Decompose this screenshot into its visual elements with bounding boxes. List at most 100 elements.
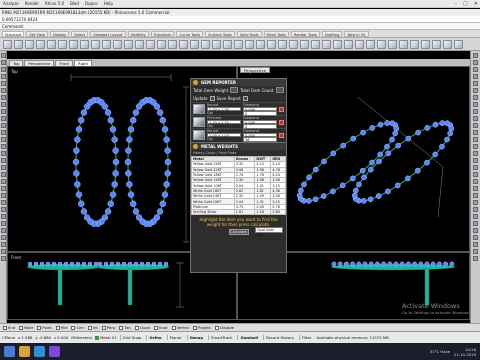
toolbar-tool-icon[interactable] xyxy=(102,39,111,49)
toolbar-tool-icon[interactable] xyxy=(267,39,276,49)
start-button-icon[interactable] xyxy=(4,346,15,357)
side-tool-icon[interactable] xyxy=(0,151,6,156)
side-tool-icon[interactable] xyxy=(0,67,6,72)
osnap-project[interactable]: Project xyxy=(192,325,211,330)
side-tool-icon[interactable] xyxy=(0,137,6,142)
toolbar-tool-icon[interactable] xyxy=(388,39,397,49)
side-tool-icon[interactable] xyxy=(0,144,6,149)
toolbar-tab-set-view[interactable]: Set View xyxy=(26,30,48,37)
toolbar-tool-icon[interactable] xyxy=(135,39,144,49)
toolbar-tool-icon[interactable] xyxy=(3,39,12,49)
side-tool-icon[interactable] xyxy=(0,228,6,233)
toolbar-tool-icon[interactable] xyxy=(377,39,386,49)
save-report-checkbox[interactable] xyxy=(242,95,248,101)
remove-gem-button[interactable] xyxy=(279,119,284,125)
side-tool-icon[interactable] xyxy=(0,60,6,65)
osnap-checkbox[interactable] xyxy=(87,325,92,330)
side-tool-icon[interactable] xyxy=(473,228,478,233)
menu-analyze[interactable]: Analyze xyxy=(3,1,19,6)
gem-row[interactable]: Round Diamond 1.00 x 1.00 0.004 Qty 36 xyxy=(191,128,286,142)
side-tool-icon[interactable] xyxy=(473,256,478,261)
toolbar-tab-drafting[interactable]: Drafting xyxy=(321,30,343,37)
side-tool-icon[interactable] xyxy=(0,214,6,219)
metal-table-row[interactable]: Platinum 3.73 2.40 5.76 xyxy=(191,203,286,210)
side-tool-icon[interactable] xyxy=(0,200,6,205)
gumball-button[interactable]: Gumball xyxy=(237,335,260,340)
side-tool-icon[interactable] xyxy=(473,144,478,149)
side-tool-icon[interactable] xyxy=(473,214,478,219)
osnap-knot[interactable]: Knot xyxy=(153,325,168,330)
toolbar-tool-icon[interactable] xyxy=(344,39,353,49)
toolbar-tab-curve-tools[interactable]: Curve Tools xyxy=(176,30,204,37)
osnap-near[interactable]: Near xyxy=(19,325,33,330)
browser-icon[interactable] xyxy=(34,346,45,357)
side-tool-icon[interactable] xyxy=(473,165,478,170)
osnap-end[interactable]: End xyxy=(3,325,15,330)
toolbar-tool-icon[interactable] xyxy=(168,39,177,49)
smarttrack-button[interactable]: SmartTrack xyxy=(208,335,234,340)
side-tool-icon[interactable] xyxy=(473,130,478,135)
osnap-point[interactable]: Point xyxy=(37,325,52,330)
side-tool-icon[interactable] xyxy=(473,242,478,247)
toolbar-tab-display[interactable]: Display xyxy=(49,30,70,37)
side-tool-icon[interactable] xyxy=(0,165,6,170)
toolbar-tool-icon[interactable] xyxy=(223,39,232,49)
osnap-perp[interactable]: Perp xyxy=(101,325,115,330)
side-tool-icon[interactable] xyxy=(473,249,478,254)
toolbar-tab-new-in-v5[interactable]: New in V5 xyxy=(344,30,369,37)
toolbar-tab-solid-tools[interactable]: Solid Tools xyxy=(236,30,262,37)
side-tool-icon[interactable] xyxy=(473,102,478,107)
remove-gem-button[interactable] xyxy=(279,132,284,138)
metal-type-select[interactable]: Gold Gold 18KT xyxy=(255,227,283,237)
toolbar-tool-icon[interactable] xyxy=(69,39,78,49)
osnap-cen[interactable]: Cen xyxy=(71,325,84,330)
toolbar-tool-icon[interactable] xyxy=(300,39,309,49)
side-tool-icon[interactable] xyxy=(0,53,6,58)
side-tool-icon[interactable] xyxy=(0,109,6,114)
side-tool-icon[interactable] xyxy=(0,158,6,163)
side-tool-icon[interactable] xyxy=(473,193,478,198)
side-tool-icon[interactable] xyxy=(0,249,6,254)
side-tool-icon[interactable] xyxy=(473,116,478,121)
menu-render[interactable]: Render xyxy=(25,1,39,6)
toolbar-tool-icon[interactable] xyxy=(179,39,188,49)
side-tool-icon[interactable] xyxy=(473,53,478,58)
toolbar-tab-transform[interactable]: Transform xyxy=(150,30,175,37)
osnap-button[interactable]: Osnap xyxy=(186,335,205,340)
side-tool-icon[interactable] xyxy=(473,186,478,191)
rhino-app-icon[interactable] xyxy=(49,346,60,357)
osnap-checkbox[interactable] xyxy=(3,325,7,330)
toolbar-tool-icon[interactable] xyxy=(454,39,463,49)
toolbar-tab-visibility[interactable]: Visibility xyxy=(127,30,149,37)
menu-dupco[interactable]: Dupco xyxy=(85,1,98,6)
metal-table-row[interactable]: Sterling Silver 1.81 1.16 2.80 xyxy=(191,208,286,216)
toolbar-tool-icon[interactable] xyxy=(399,39,408,49)
toolbar-tool-icon[interactable] xyxy=(256,39,265,49)
side-tool-icon[interactable] xyxy=(0,102,6,107)
osnap-mid[interactable]: Mid xyxy=(55,325,67,330)
menu-help[interactable]: Help xyxy=(104,1,113,6)
side-tool-icon[interactable] xyxy=(0,123,6,128)
record-history-button[interactable]: Record History xyxy=(263,335,296,340)
side-tool-icon[interactable] xyxy=(0,256,6,261)
side-tool-icon[interactable] xyxy=(473,88,478,93)
osnap-vertex[interactable]: Vertex xyxy=(171,325,189,330)
osnap-checkbox[interactable] xyxy=(55,325,60,330)
toolbar-tool-icon[interactable] xyxy=(190,39,199,49)
side-tool-icon[interactable] xyxy=(0,74,6,79)
toolbar-tool-icon[interactable] xyxy=(146,39,155,49)
osnap-int[interactable]: Int xyxy=(87,325,98,330)
side-tool-icon[interactable] xyxy=(0,186,6,191)
menu-rhino[interactable]: Rhino 5.0 xyxy=(45,1,64,6)
toolbar-tool-icon[interactable] xyxy=(355,39,364,49)
toolbar-tool-icon[interactable] xyxy=(113,39,122,49)
metal-table-row[interactable]: White Gold 10KT 2.04 1.31 3.15 xyxy=(191,198,286,205)
calculate-button[interactable]: Calculate xyxy=(228,229,249,236)
metal-table-row[interactable]: Yellow Gold 14KT 2.30 1.48 3.56 xyxy=(191,177,286,184)
maximize-button[interactable]: □ xyxy=(463,1,468,7)
side-tool-icon[interactable] xyxy=(473,81,478,86)
osnap-checkbox[interactable] xyxy=(171,325,176,330)
clock[interactable]: 10:26 21-10-2019 xyxy=(454,347,476,357)
osnap-checkbox[interactable] xyxy=(134,325,139,330)
minimize-button[interactable]: – xyxy=(455,1,458,7)
